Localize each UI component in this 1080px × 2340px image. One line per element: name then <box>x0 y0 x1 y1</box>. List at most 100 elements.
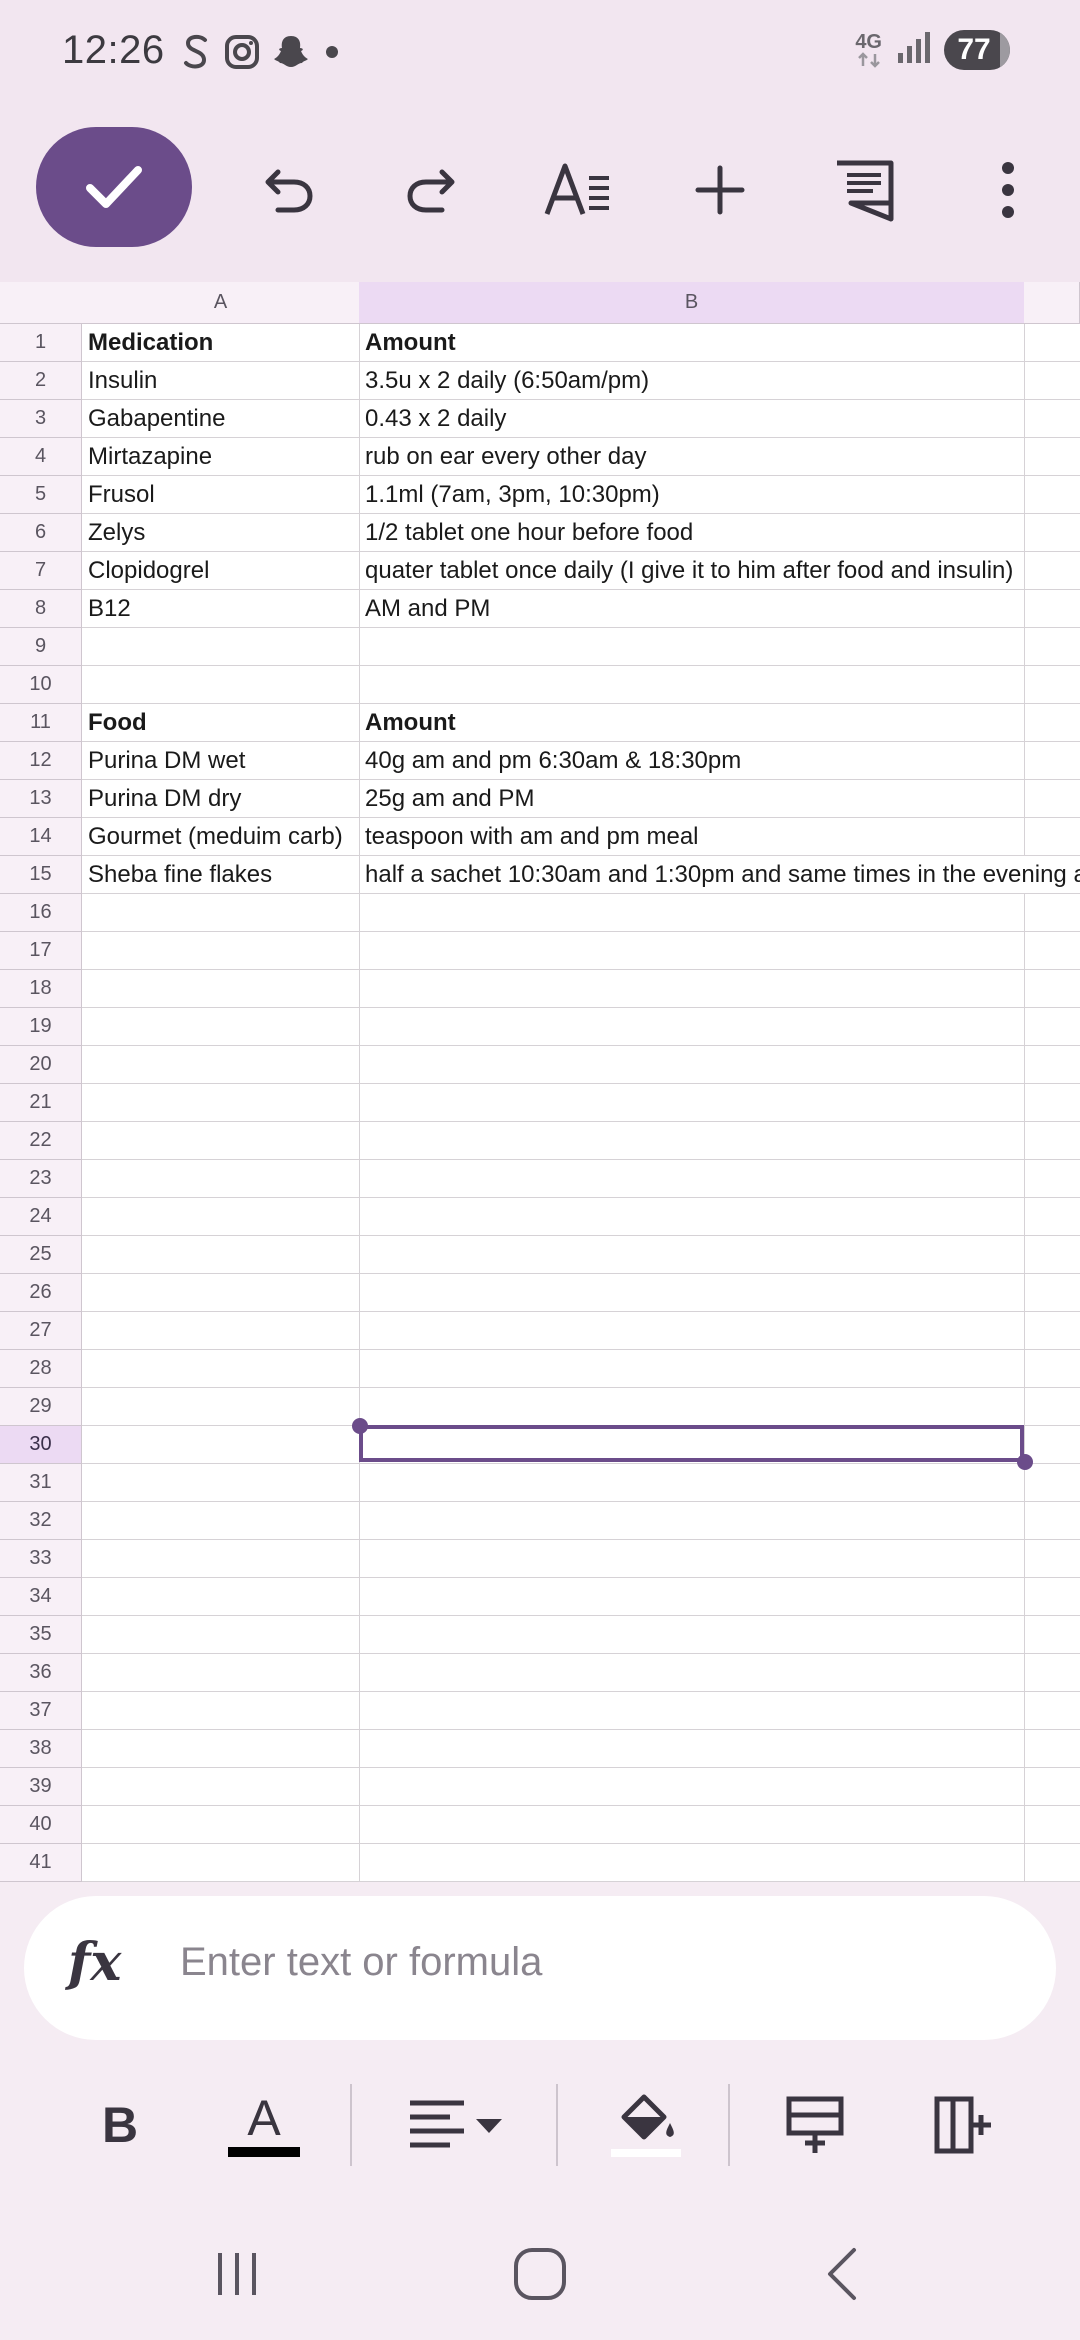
cell-b[interactable] <box>359 1806 1025 1844</box>
cell-b[interactable]: 0.43 x 2 daily <box>359 400 1025 438</box>
cell-c[interactable] <box>1024 1540 1080 1578</box>
cell-b[interactable] <box>359 970 1025 1008</box>
row-header[interactable]: 22 <box>0 1122 82 1160</box>
row-header[interactable]: 33 <box>0 1540 82 1578</box>
cell-b[interactable]: 1.1ml (7am, 3pm, 10:30pm) <box>359 476 1025 514</box>
selected-cell-b30[interactable] <box>359 1425 1024 1462</box>
cell-c[interactable] <box>1024 666 1080 704</box>
cell-a[interactable] <box>82 1274 360 1312</box>
cell-b[interactable] <box>359 1198 1025 1236</box>
text-color-button[interactable]: A <box>226 2090 302 2160</box>
cell-b[interactable] <box>359 1350 1025 1388</box>
bold-button[interactable]: B <box>90 2090 150 2160</box>
row-header[interactable]: 35 <box>0 1616 82 1654</box>
cell-c[interactable] <box>1024 780 1080 818</box>
redo-button[interactable] <box>394 152 470 228</box>
cell-c[interactable] <box>1024 818 1080 856</box>
cell-b[interactable] <box>359 1654 1025 1692</box>
row-header[interactable]: 3 <box>0 400 82 438</box>
cell-c[interactable] <box>1024 324 1080 362</box>
cell-c[interactable] <box>1024 552 1080 590</box>
row-header[interactable]: 21 <box>0 1084 82 1122</box>
row-header[interactable]: 37 <box>0 1692 82 1730</box>
cell-c[interactable] <box>1024 1388 1080 1426</box>
cell-b[interactable] <box>359 1122 1025 1160</box>
more-options-button[interactable] <box>970 152 1046 228</box>
row-header[interactable]: 29 <box>0 1388 82 1426</box>
fill-color-button[interactable] <box>608 2090 684 2160</box>
cell-a[interactable] <box>82 1160 360 1198</box>
cell-c[interactable] <box>1024 1084 1080 1122</box>
row-header[interactable]: 6 <box>0 514 82 552</box>
row-header[interactable]: 28 <box>0 1350 82 1388</box>
row-header[interactable]: 9 <box>0 628 82 666</box>
row-header[interactable]: 23 <box>0 1160 82 1198</box>
cell-a[interactable] <box>82 1730 360 1768</box>
cell-b[interactable]: Amount <box>359 324 1025 362</box>
cell-b[interactable] <box>359 1464 1025 1502</box>
cell-b[interactable]: 1/2 tablet one hour before food <box>359 514 1025 552</box>
cell-b[interactable] <box>359 894 1025 932</box>
cell-c[interactable] <box>1024 856 1080 894</box>
cell-c[interactable] <box>1024 1502 1080 1540</box>
cell-a[interactable]: Sheba fine flakes <box>82 856 360 894</box>
row-header[interactable]: 38 <box>0 1730 82 1768</box>
cell-c[interactable] <box>1024 1578 1080 1616</box>
home-button[interactable] <box>512 2244 568 2304</box>
cell-a[interactable] <box>82 1540 360 1578</box>
cell-b[interactable] <box>359 1008 1025 1046</box>
row-header[interactable]: 14 <box>0 818 82 856</box>
cell-c[interactable] <box>1024 1198 1080 1236</box>
cell-c[interactable] <box>1024 1008 1080 1046</box>
insert-button[interactable] <box>682 152 758 228</box>
cell-b[interactable]: teaspoon with am and pm meal <box>359 818 1025 856</box>
column-header-b[interactable]: B <box>359 282 1025 324</box>
cell-a[interactable] <box>82 1616 360 1654</box>
row-header[interactable]: 1 <box>0 324 82 362</box>
cell-b[interactable] <box>359 1502 1025 1540</box>
cell-c[interactable] <box>1024 1160 1080 1198</box>
cell-c[interactable] <box>1024 628 1080 666</box>
cell-a[interactable]: Purina DM wet <box>82 742 360 780</box>
cell-c[interactable] <box>1024 742 1080 780</box>
cell-a[interactable]: Food <box>82 704 360 742</box>
row-header[interactable]: 26 <box>0 1274 82 1312</box>
cell-c[interactable] <box>1024 1350 1080 1388</box>
cell-a[interactable] <box>82 1692 360 1730</box>
selection-handle-top-left[interactable] <box>352 1418 368 1434</box>
corner-select-all[interactable] <box>0 282 83 324</box>
confirm-button[interactable] <box>36 127 192 247</box>
cell-b[interactable]: quater tablet once daily (I give it to h… <box>359 552 1025 590</box>
cell-b[interactable]: 25g am and PM <box>359 780 1025 818</box>
row-header[interactable]: 15 <box>0 856 82 894</box>
cell-b[interactable] <box>359 1578 1025 1616</box>
comment-button[interactable] <box>826 152 902 228</box>
cell-a[interactable] <box>82 1578 360 1616</box>
cell-a[interactable] <box>82 894 360 932</box>
row-header[interactable]: 41 <box>0 1844 82 1882</box>
cell-c[interactable] <box>1024 1046 1080 1084</box>
row-header[interactable]: 36 <box>0 1654 82 1692</box>
row-header[interactable]: 8 <box>0 590 82 628</box>
formula-input[interactable]: Enter text or formula <box>180 1940 542 1985</box>
cell-a[interactable]: Zelys <box>82 514 360 552</box>
cell-c[interactable] <box>1024 438 1080 476</box>
cell-a[interactable] <box>82 1122 360 1160</box>
cell-a[interactable]: Clopidogrel <box>82 552 360 590</box>
cell-a[interactable] <box>82 932 360 970</box>
cell-a[interactable] <box>82 1084 360 1122</box>
row-header[interactable]: 20 <box>0 1046 82 1084</box>
cell-a[interactable]: B12 <box>82 590 360 628</box>
cell-a[interactable] <box>82 1198 360 1236</box>
selection-handle-bottom-right[interactable] <box>1017 1454 1033 1470</box>
row-header[interactable]: 18 <box>0 970 82 1008</box>
cell-a[interactable] <box>82 1844 360 1882</box>
column-header-c[interactable] <box>1024 282 1080 324</box>
cell-a[interactable] <box>82 1008 360 1046</box>
cell-b[interactable] <box>359 1312 1025 1350</box>
cell-b[interactable] <box>359 1388 1025 1426</box>
cell-b[interactable] <box>359 1844 1025 1882</box>
cell-a[interactable] <box>82 1806 360 1844</box>
cell-a[interactable]: Gabapentine <box>82 400 360 438</box>
cell-c[interactable] <box>1024 1654 1080 1692</box>
